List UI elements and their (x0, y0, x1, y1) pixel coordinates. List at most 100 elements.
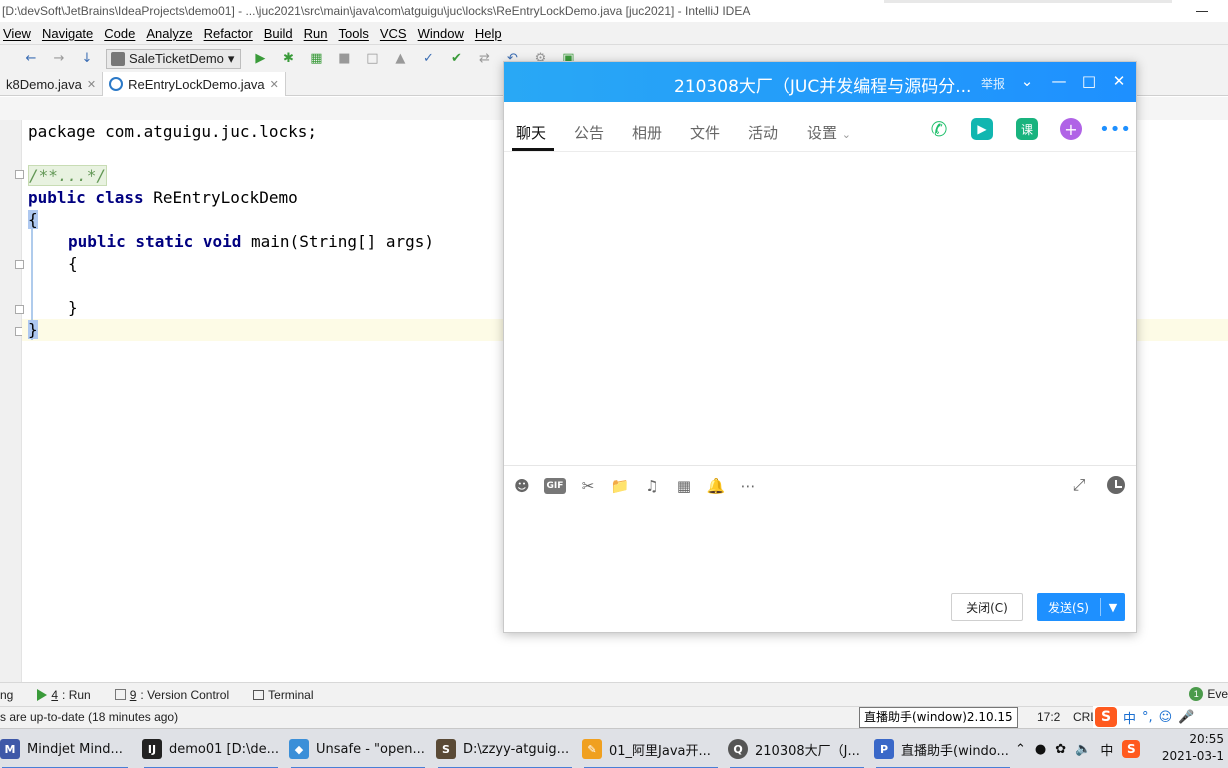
browser-icon: ◆ (289, 739, 309, 759)
tab-k8demo[interactable]: k8Demo.java ✕ (0, 72, 104, 96)
coverage-icon[interactable]: ▦ (307, 50, 325, 68)
tab-album[interactable]: 相册 (632, 122, 662, 143)
menu-help[interactable]: Help (470, 26, 508, 41)
more-icon[interactable]: ⋯ (738, 476, 758, 496)
menu-analyze[interactable]: Analyze (141, 26, 198, 41)
tab-reentrylockdemo[interactable]: ReEntryLockDemo.java ✕ (103, 72, 286, 96)
taskbar-tooltip: 直播助手(window)2.10.15 (859, 707, 1018, 728)
menu-refactor[interactable]: Refactor (199, 26, 259, 41)
history-icon[interactable] (1107, 476, 1125, 494)
stop-icon[interactable]: ■ (335, 50, 353, 68)
close-icon[interactable]: ✕ (1110, 72, 1128, 90)
taskbar-item-browser[interactable]: ◆ Unsafe - "open... (289, 729, 427, 768)
course-icon[interactable]: 课 (1016, 118, 1038, 140)
menu-run[interactable]: Run (299, 26, 334, 41)
chat-tabs: 聊天 公告 相册 文件 活动 设置 ⌄ ✆ ▶ 课 + ••• (504, 102, 1136, 152)
close-button[interactable]: 关闭(C) (951, 593, 1023, 621)
event-log[interactable]: 1 Eve (1189, 687, 1228, 701)
phone-icon[interactable]: ✆ (928, 117, 950, 141)
menu-view[interactable]: View (0, 26, 37, 41)
image-icon[interactable]: ▦ (674, 476, 694, 496)
vcs-update-icon[interactable]: ✓ (419, 50, 437, 68)
chevron-down-icon[interactable]: ▼ (1101, 601, 1125, 614)
maximize-icon[interactable]: □ (1080, 72, 1098, 90)
back-arrow-icon[interactable]: ← (22, 50, 40, 68)
screenshot-icon[interactable]: ✂ (578, 476, 598, 496)
code-line-open-brace: { (28, 209, 38, 231)
chevron-down-icon[interactable]: ⌄ (1018, 72, 1036, 90)
sogou-ime-icon[interactable]: S (1095, 707, 1117, 727)
close-icon[interactable]: ✕ (87, 78, 96, 91)
menu-tools[interactable]: Tools (334, 26, 375, 41)
tool-window-version-control[interactable]: 9: Version Control (114, 688, 229, 702)
clock-time: 20:55 (1189, 732, 1224, 746)
expand-icon[interactable]: ⤢ (1069, 475, 1089, 495)
sogou-tray-icon[interactable]: S (1122, 740, 1141, 758)
clock[interactable]: 20:55 2021-03-1 (1162, 731, 1224, 765)
taskbar-item-sublime[interactable]: S D:\zzyy-atguig... (436, 729, 574, 768)
fold-icon[interactable] (15, 260, 24, 269)
add-app-icon[interactable]: + (1060, 118, 1082, 140)
video-call-icon[interactable]: ▶ (971, 118, 993, 140)
tab-settings[interactable]: 设置 ⌄ (807, 122, 851, 143)
menu-code[interactable]: Code (99, 26, 141, 41)
menu-build[interactable]: Build (259, 26, 299, 41)
tool-window-terminal[interactable]: Terminal (253, 687, 314, 702)
taskbar-item-intellij[interactable]: IJ demo01 [D:\de... (142, 729, 280, 768)
volume-icon[interactable]: 🔈 (1075, 742, 1091, 757)
vcs-commit-icon[interactable]: ✔ (447, 50, 465, 68)
emoji-icon[interactable]: ☺ (1159, 710, 1173, 725)
emoji-icon[interactable]: ☻ (512, 476, 532, 496)
tool-window-partial[interactable]: ng (0, 688, 13, 702)
message-area[interactable] (504, 153, 1136, 465)
taskbar-item-live-assistant[interactable]: P 直播助手(windo... (874, 729, 1012, 768)
tab-files[interactable]: 文件 (690, 122, 720, 143)
menu-window[interactable]: Window (413, 26, 470, 41)
send-button[interactable]: 发送(S) ▼ (1037, 593, 1125, 621)
collapsed-javadoc[interactable]: /**...*/ (28, 165, 108, 186)
minimize-icon[interactable]: — (1050, 72, 1068, 90)
tab-chat[interactable]: 聊天 (516, 122, 546, 143)
music-icon[interactable]: ♫ (642, 476, 662, 496)
taskbar-item-qq[interactable]: Q 210308大厂（J... (728, 729, 866, 768)
gif-icon[interactable]: GIF (544, 478, 566, 494)
code-line-class: public class ReEntryLockDemo (28, 187, 298, 209)
taskbar-item-mindjet[interactable]: M Mindjet Mind... (0, 729, 130, 768)
language-indicator[interactable]: 中 (1100, 740, 1113, 759)
chevron-up-icon[interactable]: ⌃ (1015, 742, 1026, 757)
ime-language[interactable]: 中 (1123, 708, 1136, 727)
debug-icon[interactable]: ✱ (279, 50, 297, 68)
sdk-icon[interactable]: ▲ (391, 50, 409, 68)
run-config-select[interactable]: SaleTicketDemo ▾ (106, 48, 242, 69)
vcs-compare-icon[interactable]: ⇄ (475, 50, 493, 68)
app-tray-icon[interactable]: ✿ (1055, 742, 1066, 757)
forward-arrow-icon[interactable]: → (50, 50, 68, 68)
menu-bar: View Navigate Code Analyze Refactor Buil… (0, 22, 1228, 44)
report-link[interactable]: 举报 (981, 75, 1005, 92)
menu-navigate[interactable]: Navigate (37, 26, 99, 41)
bell-icon[interactable]: 🔔 (706, 476, 726, 496)
microphone-icon[interactable]: 🎤 (1178, 710, 1194, 725)
taskbar-item-label: 210308大厂（J... (755, 743, 860, 759)
qq-tray-icon[interactable]: ● (1035, 742, 1046, 757)
menu-vcs[interactable]: VCS (375, 26, 413, 41)
folder-icon[interactable]: 📁 (610, 476, 630, 496)
run-icon (37, 688, 48, 701)
close-icon[interactable]: ✕ (270, 78, 279, 91)
more-icon[interactable]: ••• (1099, 118, 1131, 140)
live-assistant-icon: P (874, 739, 894, 759)
ime-punctuation[interactable]: °, (1142, 710, 1153, 725)
tool-window-run[interactable]: 4: Run (37, 688, 91, 702)
taskbar-item-notes[interactable]: ✎ 01_阿里Java开... (582, 729, 720, 768)
tool-window-label: Terminal (268, 687, 314, 702)
project-structure-icon[interactable]: □ (363, 50, 381, 68)
fold-icon[interactable] (15, 170, 24, 179)
build-icon[interactable]: ↓ (78, 50, 96, 68)
run-icon[interactable]: ▶ (251, 50, 269, 68)
tab-activity[interactable]: 活动 (748, 122, 778, 143)
editor-gutter[interactable] (0, 120, 24, 682)
qq-title-bar[interactable]: 210308大厂（JUC并发编程与源码分... 举报 ⌄ — □ ✕ (504, 62, 1136, 102)
caret-position[interactable]: 17:2 (1037, 710, 1060, 724)
fold-icon[interactable] (15, 305, 24, 314)
tab-announcement[interactable]: 公告 (574, 122, 604, 143)
